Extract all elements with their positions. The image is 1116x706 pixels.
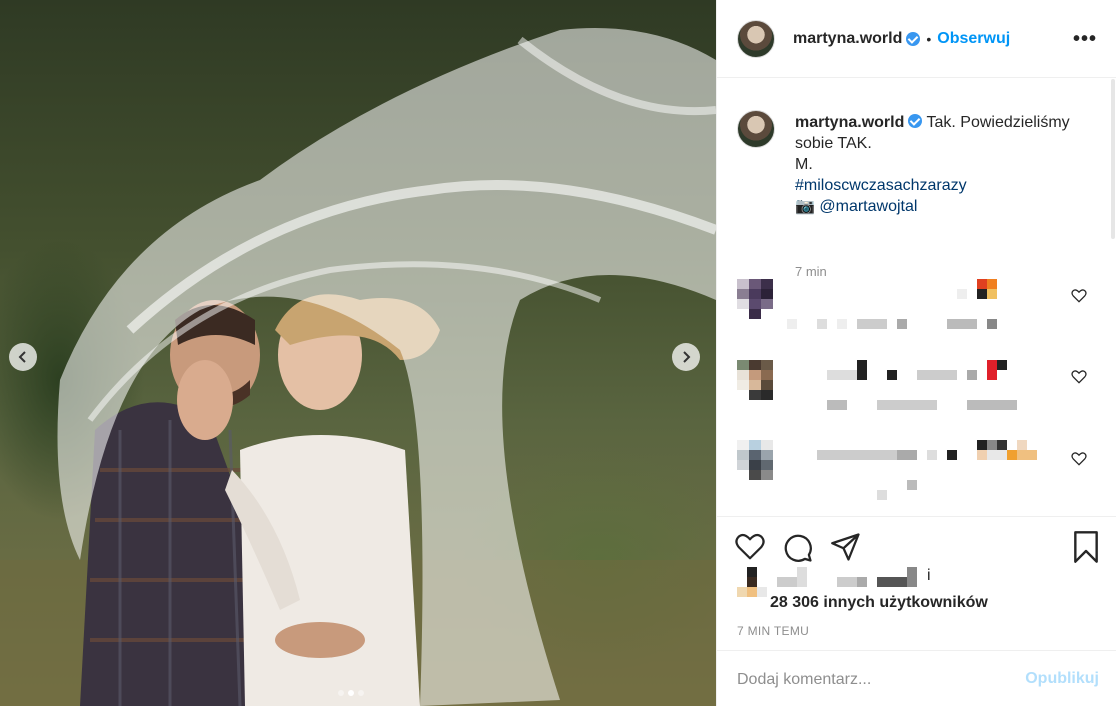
comment-input[interactable] xyxy=(737,668,1007,692)
verified-icon xyxy=(906,31,921,46)
comment-icon[interactable] xyxy=(783,533,813,563)
pixelated-liker-avatar xyxy=(737,567,767,597)
chevron-right-icon xyxy=(683,351,691,363)
list-item xyxy=(737,360,1107,420)
post-photo[interactable] xyxy=(0,0,716,706)
pixelated-liker-name xyxy=(777,567,917,587)
pixelated-avatar xyxy=(737,360,773,400)
likes-count[interactable]: 28 306 innych użytkowników xyxy=(770,594,988,612)
like-comment-heart-icon[interactable] xyxy=(1071,289,1087,303)
like-comment-heart-icon[interactable] xyxy=(1071,452,1087,466)
chevron-left-icon xyxy=(18,351,26,363)
caption-line2: M. xyxy=(795,156,813,173)
follow-button[interactable]: Obserwuj xyxy=(937,30,1010,48)
list-item xyxy=(737,279,1107,339)
post-header: martyna.world • Obserwuj ••• xyxy=(717,0,1116,78)
more-options-button[interactable]: ••• xyxy=(1073,28,1097,51)
mention-link[interactable]: @martawojtal xyxy=(819,198,917,215)
likes-suffix: i xyxy=(927,567,931,584)
scrollbar[interactable] xyxy=(1111,79,1115,239)
carousel-dot-active xyxy=(348,690,354,696)
caption-time[interactable]: 7 min xyxy=(795,264,827,279)
pixelated-comment-text xyxy=(827,360,1017,410)
carousel-next-button[interactable] xyxy=(672,343,700,371)
carousel-indicator xyxy=(338,690,364,696)
caption-text: martyna.world Tak. Powiedzieliśmy sobie … xyxy=(795,112,1095,217)
like-comment-heart-icon[interactable] xyxy=(1071,370,1087,384)
post-details-panel: martyna.world • Obserwuj ••• martyna.wor… xyxy=(716,0,1116,706)
more-icon: ••• xyxy=(1072,28,1097,50)
carousel-dot xyxy=(338,690,344,696)
verified-icon xyxy=(908,114,923,128)
header-username[interactable]: martyna.world xyxy=(793,30,902,48)
caption-avatar[interactable] xyxy=(737,110,775,148)
pixelated-avatar xyxy=(737,279,773,319)
likes-summary[interactable]: i 28 306 innych użytkowników xyxy=(737,567,1097,611)
bookmark-icon[interactable] xyxy=(1072,531,1100,563)
list-item xyxy=(737,440,1107,500)
pixelated-comment-text xyxy=(787,279,997,329)
wedding-photo-illustration xyxy=(0,28,716,706)
publish-button[interactable]: Opublikuj xyxy=(1025,670,1099,688)
add-comment-section: Opublikuj xyxy=(717,650,1116,706)
post-timestamp[interactable]: 7 MIN TEMU xyxy=(737,624,809,638)
avatar[interactable] xyxy=(737,19,775,58)
comments-list[interactable]: martyna.world Tak. Powiedzieliśmy sobie … xyxy=(717,79,1116,515)
carousel-prev-button[interactable] xyxy=(9,343,37,371)
post-actions: i 28 306 innych użytkowników 7 MIN TEMU … xyxy=(717,516,1116,706)
heart-icon[interactable] xyxy=(735,533,765,561)
pixelated-comment-text xyxy=(817,440,1037,500)
caption-username[interactable]: martyna.world xyxy=(795,114,904,131)
carousel-dot xyxy=(358,690,364,696)
share-icon[interactable] xyxy=(831,533,861,561)
pixelated-avatar xyxy=(737,440,773,480)
separator-bullet: • xyxy=(926,30,932,47)
camera-icon: 📷 xyxy=(795,198,815,215)
hashtag-link[interactable]: #miloscwczasachzarazy xyxy=(795,177,967,194)
